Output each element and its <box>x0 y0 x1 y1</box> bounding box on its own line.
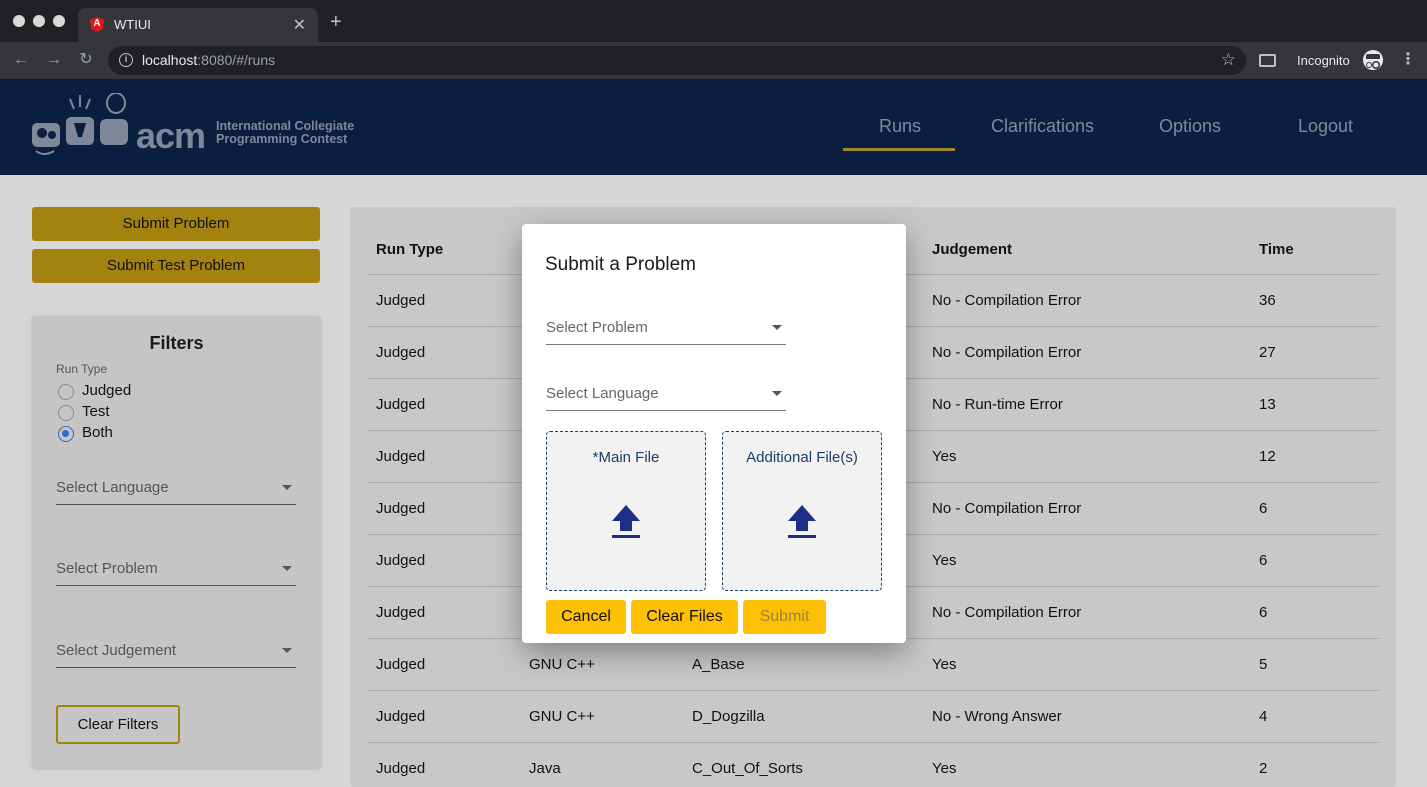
submit-problem-dialog: Submit a Problem Select Problem Select L… <box>522 224 906 643</box>
bookmark-star-icon[interactable]: ☆ <box>1221 50 1236 70</box>
main-file-dropzone[interactable]: *Main File <box>546 431 706 591</box>
new-tab-icon[interactable]: + <box>330 12 342 32</box>
url-text: localhost:8080/#/runs <box>142 52 276 68</box>
logo-subtitle: International Collegiate Programming Con… <box>216 119 355 146</box>
tab-close-icon[interactable]: ✕ <box>293 15 306 35</box>
window-close-icon[interactable] <box>13 15 25 27</box>
dialog-language-select[interactable]: Select Language <box>546 385 786 411</box>
browser-toolbar: ← → ↻ i localhost:8080/#/runs ☆ Incognit… <box>0 42 1427 79</box>
additional-files-label: Additional File(s) <box>746 449 858 466</box>
more-menu-icon[interactable]: ⋮ <box>1400 50 1416 70</box>
logo-acm-text: acm <box>136 115 206 156</box>
tab-title: WTIUI <box>114 17 151 32</box>
clear-files-button[interactable]: Clear Files <box>631 600 738 634</box>
acm-icpc-logo: acm International Collegiate Programming… <box>30 92 370 163</box>
forward-icon[interactable]: → <box>44 50 64 70</box>
nav-logout[interactable]: Logout <box>1298 116 1353 137</box>
back-icon[interactable]: ← <box>11 50 31 70</box>
cancel-button[interactable]: Cancel <box>546 600 626 634</box>
app-header: acm International Collegiate Programming… <box>0 79 1427 175</box>
dialog-problem-select[interactable]: Select Problem <box>546 319 786 345</box>
cast-icon[interactable] <box>1259 54 1276 67</box>
incognito-icon[interactable] <box>1363 50 1383 70</box>
address-bar[interactable]: i localhost:8080/#/runs ☆ <box>108 46 1246 75</box>
icpc-logo-icon <box>32 92 128 155</box>
upload-icon <box>612 505 640 538</box>
info-icon[interactable]: i <box>119 53 133 67</box>
dialog-title: Submit a Problem <box>545 254 697 275</box>
chevron-down-icon <box>772 325 782 330</box>
chevron-down-icon <box>772 391 782 396</box>
window-minimize-icon[interactable] <box>33 15 45 27</box>
nav-options[interactable]: Options <box>1159 116 1221 137</box>
browser-tab-bar: A WTIUI ✕ + <box>0 0 1427 42</box>
incognito-label: Incognito <box>1297 53 1350 68</box>
angular-icon: A <box>90 17 104 32</box>
upload-icon <box>788 505 816 538</box>
window-zoom-icon[interactable] <box>53 15 65 27</box>
submit-button[interactable]: Submit <box>743 600 826 634</box>
active-nav-indicator <box>843 148 955 151</box>
nav-clarifications[interactable]: Clarifications <box>991 116 1094 137</box>
nav-runs[interactable]: Runs <box>879 116 921 137</box>
main-file-label: *Main File <box>592 449 660 466</box>
additional-files-dropzone[interactable]: Additional File(s) <box>722 431 882 591</box>
browser-tab[interactable]: A WTIUI ✕ <box>78 8 318 42</box>
reload-icon[interactable]: ↻ <box>76 50 96 70</box>
